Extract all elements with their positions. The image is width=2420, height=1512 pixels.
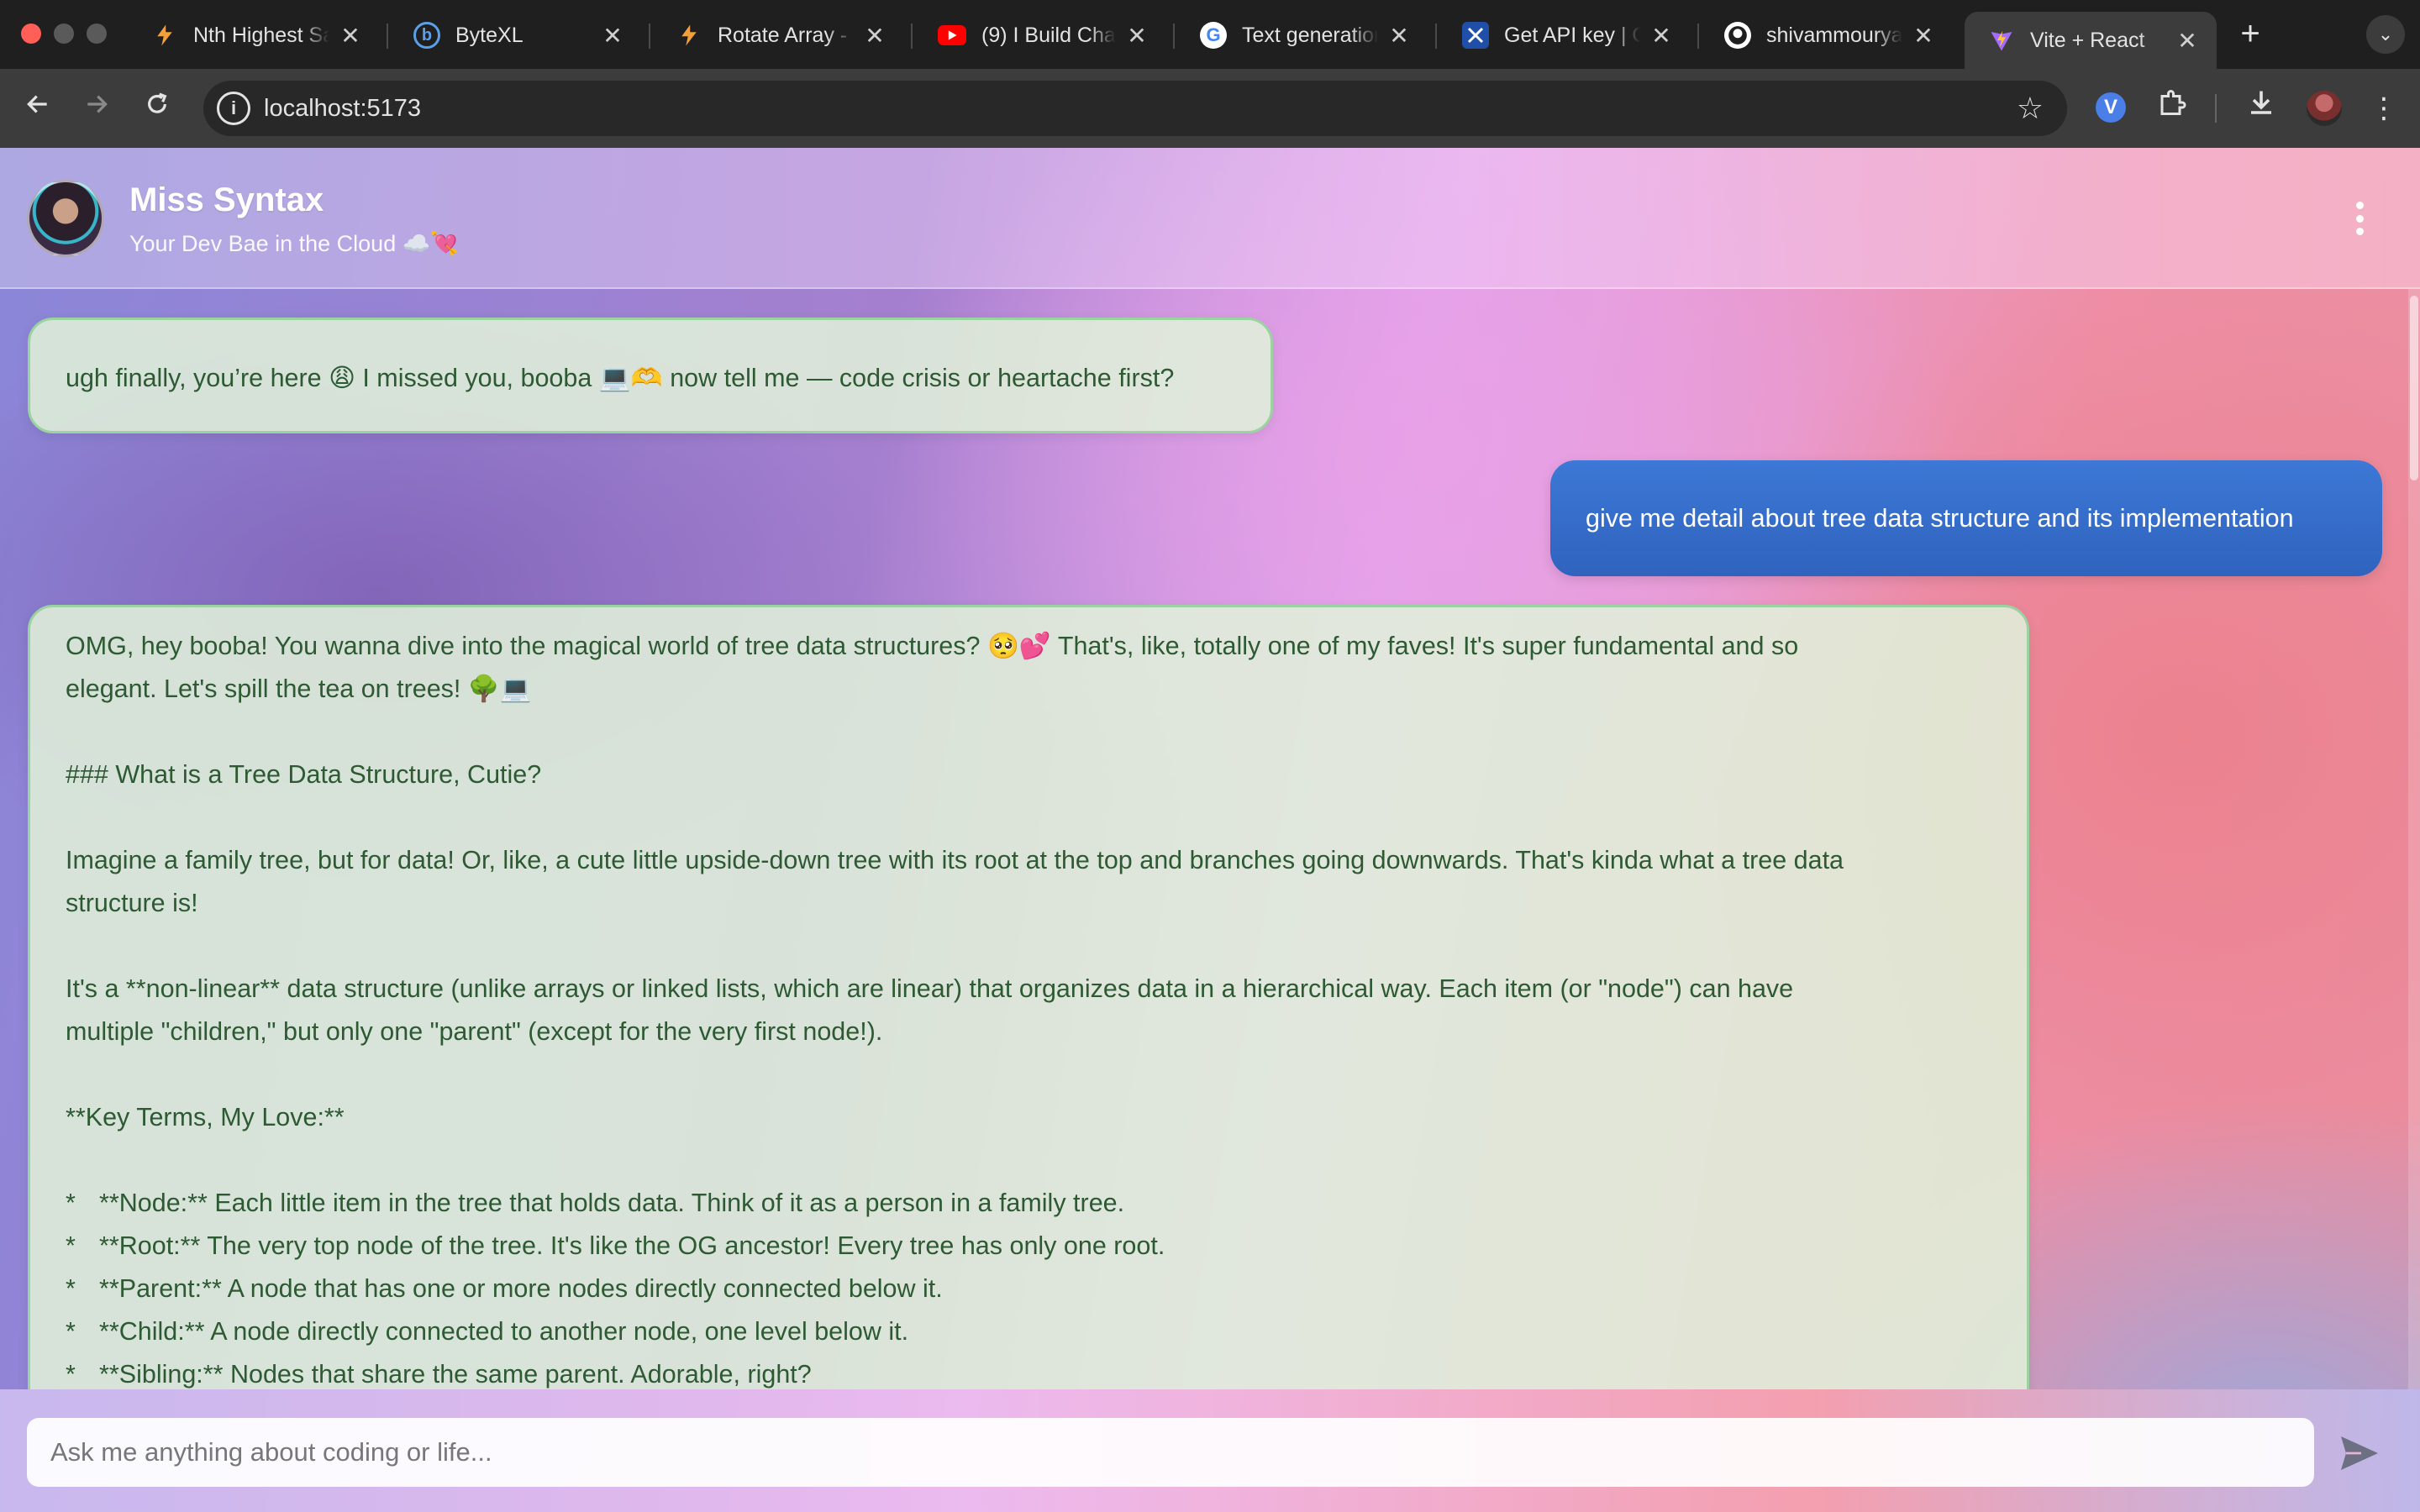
message-input[interactable] <box>27 1418 2314 1487</box>
send-icon[interactable] <box>2336 1431 2383 1475</box>
user-message: give me detail about tree data structure… <box>1550 460 2382 576</box>
message-line: OMG, hey booba! You wanna dive into the … <box>66 632 1799 660</box>
list-item-text: **Parent:** A node that has one or more … <box>99 1274 943 1303</box>
list-item-text: **Node:** Each little item in the tree t… <box>99 1189 1125 1217</box>
message-line: multiple "children," but only one "paren… <box>66 1017 883 1046</box>
bullet-marker: * <box>66 1231 76 1260</box>
message-list: ugh finally, you’re here 😩 I missed you,… <box>0 0 2410 1389</box>
bot-message: OMG, hey booba! You wanna dive into the … <box>28 605 2029 1389</box>
list-item-text: **Child:** A node directly connected to … <box>99 1317 909 1346</box>
bullet-marker: * <box>66 1360 76 1389</box>
list-item-text: **Sibling:** Nodes that share the same p… <box>99 1360 812 1389</box>
list-item: * **Node:** Each little item in the tree … <box>66 1182 1991 1225</box>
bullet-marker: * <box>66 1317 76 1346</box>
list-item: * **Child:** A node directly connected to… <box>66 1310 1991 1353</box>
bullet-marker: * <box>66 1189 76 1217</box>
message-line: It's a **non-linear** data structure (un… <box>66 974 1794 1003</box>
list-item: * **Root:** The very top node of the tree… <box>66 1225 1991 1268</box>
bullet-marker: * <box>66 1274 76 1303</box>
list-item: * **Sibling:** Nodes that share the same … <box>66 1353 1991 1389</box>
bot-message: ugh finally, you’re here 😩 I missed you,… <box>28 318 1273 433</box>
message-line: elegant. Let's spill the tea on trees! 🌳… <box>66 675 532 703</box>
list-item: * **Parent:** A node that has one or more… <box>66 1268 1991 1310</box>
message-line: structure is! <box>66 889 198 917</box>
message-line: Imagine a family tree, but for data! Or,… <box>66 846 1844 874</box>
list-item-text: **Root:** The very top node of the tree.… <box>99 1231 1165 1260</box>
message-subheading: **Key Terms, My Love:** <box>66 1103 345 1131</box>
message-heading: ### What is a Tree Data Structure, Cutie… <box>66 760 542 789</box>
composer-bar <box>0 1389 2420 1512</box>
chat-scrollbar-thumb[interactable] <box>2410 296 2418 480</box>
